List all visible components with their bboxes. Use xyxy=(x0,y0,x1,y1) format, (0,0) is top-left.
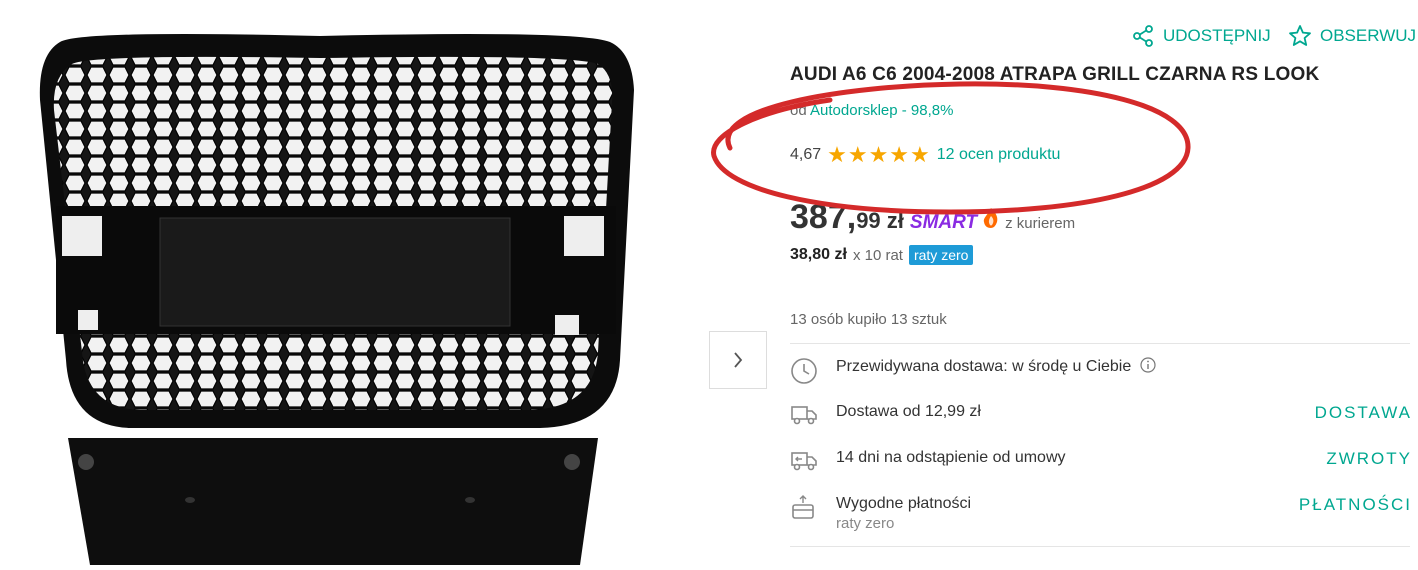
observe-button[interactable]: OBSERWUJ xyxy=(1288,24,1416,48)
share-button[interactable]: UDOSTĘPNIJ xyxy=(1131,24,1271,48)
info-icon[interactable] xyxy=(1140,357,1156,373)
payment-subtext: raty zero xyxy=(836,515,895,532)
return-row: 14 dni na odstąpienie od umowy ZWROTY xyxy=(790,449,1412,473)
grille-image xyxy=(39,34,635,565)
product-image[interactable] xyxy=(20,30,650,565)
installment-amount: 38,80 zł xyxy=(790,246,847,263)
clock-icon xyxy=(791,358,817,384)
next-image-button[interactable] xyxy=(709,331,767,389)
raty-zero-badge[interactable]: raty zero xyxy=(908,245,974,265)
return-truck-icon xyxy=(791,452,817,471)
delivery-link[interactable]: DOSTAWA xyxy=(1315,403,1412,423)
observe-label: OBSERWUJ xyxy=(1320,26,1417,45)
smart-badge: SMART xyxy=(909,212,978,233)
delivery-time-label: Przewidywana dostawa: w środę u Ciebie xyxy=(836,358,1132,375)
truck-icon xyxy=(791,406,817,425)
smart-flame-icon xyxy=(983,208,998,228)
payment-text-block: Wygodne płatności raty zero xyxy=(836,495,1299,532)
return-text: 14 dni na odstąpienie od umowy xyxy=(836,449,1066,466)
price-decimal: 99 zł xyxy=(856,208,904,233)
price-row: 387,99 zł SMART z kurierem xyxy=(790,198,1075,237)
delivery-row: Dostawa od 12,99 zł DOSTAWA xyxy=(790,403,1412,427)
star-outline-icon xyxy=(1289,25,1311,46)
seller-link[interactable]: Autodorsklep - 98,8% xyxy=(810,102,953,119)
smart-courier-text: z kurierem xyxy=(1005,215,1076,232)
divider xyxy=(790,546,1410,547)
payment-text: Wygodne płatności xyxy=(836,495,972,512)
rating-value: 4,67 xyxy=(790,146,822,163)
delivery-time-text: Przewidywana dostawa: w środę u Ciebie xyxy=(836,357,1412,376)
share-label: UDOSTĘPNIJ xyxy=(1163,26,1271,45)
seller-prefix: od xyxy=(790,102,807,119)
delivery-time-row: Przewidywana dostawa: w środę u Ciebie xyxy=(790,357,1412,385)
divider xyxy=(790,343,1410,344)
delivery-text: Dostawa od 12,99 zł xyxy=(836,403,981,420)
product-rating: 4,67 ★★★★★ 12 ocen produktu xyxy=(790,144,1060,166)
payment-icon xyxy=(792,495,814,519)
product-title: AUDI A6 C6 2004-2008 ATRAPA GRILL CZARNA… xyxy=(790,64,1320,85)
payment-row: Wygodne płatności raty zero PŁATNOŚCI xyxy=(790,495,1412,532)
price-main: 387, xyxy=(790,198,857,236)
price: 387,99 zł xyxy=(790,198,904,237)
payments-link[interactable]: PŁATNOŚCI xyxy=(1299,495,1412,515)
rating-stars-icon: ★★★★★ xyxy=(827,142,931,167)
sold-count: 13 osób kupiło 13 sztuk xyxy=(790,311,947,328)
share-icon xyxy=(1133,25,1153,47)
installment-count: x 10 rat xyxy=(852,246,903,264)
returns-link[interactable]: ZWROTY xyxy=(1326,449,1412,469)
rating-count-link[interactable]: 12 ocen produktu xyxy=(937,146,1061,164)
chevron-right-icon xyxy=(734,352,743,368)
seller-info: od Autodorsklep - 98,8% xyxy=(790,102,953,119)
installment-info: 38,80 zł x 10 rat raty zero xyxy=(790,245,974,265)
